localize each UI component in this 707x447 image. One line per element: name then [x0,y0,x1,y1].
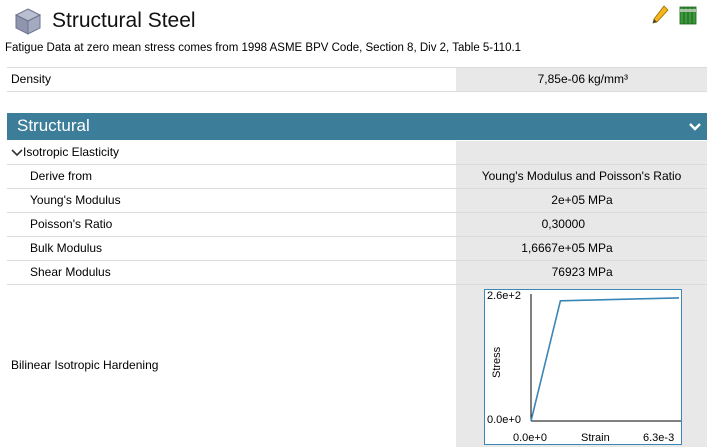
pencil-icon[interactable] [651,5,669,25]
property-value: 2e+05 [551,193,585,207]
property-value-cell[interactable]: 1,6667e+05 MPa [456,237,707,260]
series-line-0 [530,297,680,422]
property-label: Young's Modulus [7,189,456,212]
chevron-down-icon[interactable] [11,148,23,158]
property-label: Poisson's Ratio [7,213,456,236]
property-label: Derive from [7,165,456,188]
x-tick-label-min: 0.0e+0 [513,432,547,444]
stress-strain-plot: 2.6e+2 0.0e+0 Stress 0.0e+0 Strain 6.3e-… [487,290,681,444]
library-icon[interactable] [679,5,697,25]
property-value-cell[interactable]: Young's Modulus and Poisson's Ratio [456,165,707,188]
section-title: Structural [17,116,90,135]
property-row-youngs-modulus[interactable]: Young's Modulus 2e+05 MPa [7,189,707,213]
group-label: Isotropic Elasticity [23,145,120,159]
x-tick-label-max: 6.3e-3 [643,432,674,444]
property-label: Shear Modulus [7,261,456,284]
hardening-label: Bilinear Isotropic Hardening [7,285,456,447]
property-value-cell[interactable]: 2e+05 MPa [456,189,707,212]
density-label: Density [7,68,456,91]
property-value: 76923 [551,265,585,279]
x-axis-label: Strain [581,432,610,444]
y-tick-label-max: 2.6e+2 [487,290,521,302]
group-label-cell[interactable]: Isotropic Elasticity [7,141,456,164]
hardening-chart-cell[interactable]: 2.6e+2 0.0e+0 Stress 0.0e+0 Strain 6.3e-… [456,285,707,447]
property-value: 0,30000 [541,217,585,231]
material-cube-icon [14,8,42,35]
stress-strain-chart[interactable]: 2.6e+2 0.0e+0 Stress 0.0e+0 Strain 6.3e-… [484,289,682,445]
isotropic-elasticity-group[interactable]: Isotropic Elasticity [7,141,707,165]
property-unit: MPa [588,193,613,207]
y-axis-label: Stress [491,346,503,378]
property-label: Bulk Modulus [7,237,456,260]
material-title: Structural Steel [52,9,196,32]
bilinear-hardening-row[interactable]: Bilinear Isotropic Hardening 2.6e+2 0.0e… [7,285,707,447]
property-row-shear-modulus[interactable]: Shear Modulus 76923 MPa [7,261,707,285]
property-row-bulk-modulus[interactable]: Bulk Modulus 1,6667e+05 MPa [7,237,707,261]
property-value-cell[interactable]: 76923 MPa [456,261,707,284]
property-row-poissons-ratio[interactable]: Poisson's Ratio 0,30000 [7,213,707,237]
density-value: 7,85e-06 [537,72,585,86]
material-header: Structural Steel [0,0,707,42]
property-row-derive-from[interactable]: Derive from Young's Modulus and Poisson'… [7,165,707,189]
density-unit: kg/mm³ [588,72,628,86]
property-unit: MPa [588,241,613,255]
property-unit: MPa [588,265,613,279]
y-tick-label-min: 0.0e+0 [487,414,521,426]
property-value: Young's Modulus and Poisson's Ratio [481,169,682,183]
group-value-cell [456,141,707,164]
property-value: 1,6667e+05 [521,241,585,255]
chevron-down-icon[interactable] [687,119,703,135]
structural-section-header[interactable]: Structural [7,113,707,140]
density-row[interactable]: Density 7,85e-06 kg/mm³ [7,67,707,92]
material-description: Fatigue Data at zero mean stress comes f… [5,42,522,54]
density-value-cell[interactable]: 7,85e-06 kg/mm³ [456,68,707,91]
property-value-cell[interactable]: 0,30000 [456,213,707,236]
